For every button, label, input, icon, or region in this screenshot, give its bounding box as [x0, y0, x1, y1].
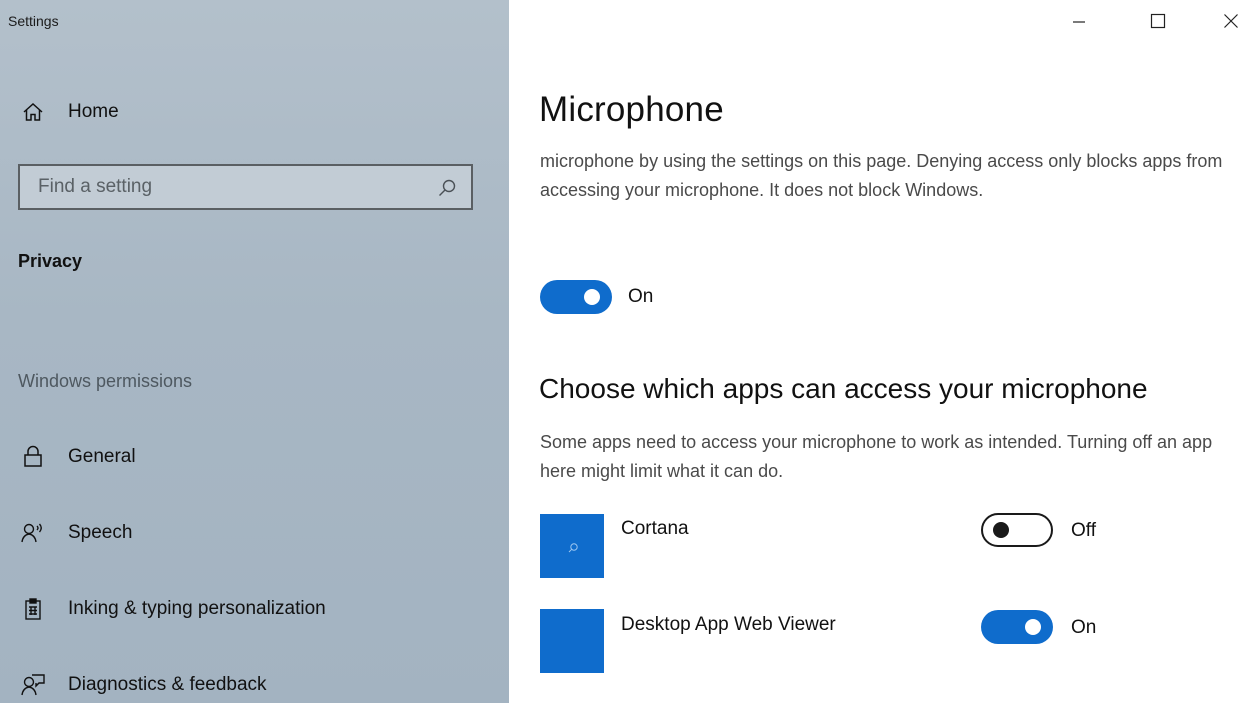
sidebar-item-label: Home — [68, 101, 119, 122]
search-box[interactable] — [18, 164, 473, 210]
sidebar-item-speech[interactable]: Speech — [0, 513, 509, 553]
section-heading: Choose which apps can access your microp… — [539, 373, 1148, 404]
group-header: Windows permissions — [18, 371, 193, 391]
sidebar-item-diagnostics[interactable]: Diagnostics & feedback — [0, 665, 509, 703]
desktop-app-web-viewer-toggle[interactable] — [981, 610, 1053, 644]
toggle-state-label: Off — [1071, 520, 1096, 541]
sidebar-item-inking[interactable]: Inking & typing personalization — [0, 589, 509, 629]
minimize-icon — [1072, 14, 1086, 33]
toggle-state-label: On — [1071, 617, 1097, 638]
microphone-access-toggle[interactable] — [540, 280, 612, 314]
close-button[interactable] — [1208, 0, 1244, 46]
page-description: microphone by using the settings on this… — [540, 151, 1223, 200]
close-icon — [1223, 13, 1239, 34]
section-description: Some apps need to access your microphone… — [540, 432, 1213, 481]
section-title: Privacy — [18, 251, 83, 271]
toggle-knob — [584, 289, 600, 305]
toggle-state-label: On — [628, 286, 654, 307]
search-input[interactable] — [20, 166, 471, 208]
app-title: Settings — [8, 13, 59, 29]
minimize-button[interactable] — [1056, 0, 1102, 46]
speech-icon — [20, 520, 46, 546]
lock-icon — [20, 444, 46, 470]
cortana-toggle[interactable] — [981, 513, 1053, 547]
sidebar-item-home[interactable]: Home — [0, 92, 509, 132]
sidebar-item-general[interactable]: General — [0, 437, 509, 477]
page-title: Microphone — [539, 90, 724, 129]
desktop-app-web-viewer-icon — [540, 609, 604, 673]
sidebar-item-label: Speech — [68, 522, 133, 543]
toggle-knob — [993, 522, 1009, 538]
sidebar-item-label: Inking & typing personalization — [68, 598, 326, 619]
feedback-icon — [20, 672, 46, 698]
sidebar-item-label: Diagnostics & feedback — [68, 674, 267, 695]
clipboard-icon — [20, 596, 46, 622]
maximize-button[interactable] — [1135, 0, 1181, 46]
app-name: Cortana — [621, 518, 689, 539]
cortana-app-icon — [540, 514, 604, 578]
sidebar-item-label: General — [68, 446, 136, 467]
sidebar: Settings Home Privacy Windows permission… — [0, 0, 509, 703]
search-icon[interactable] — [437, 178, 457, 198]
maximize-icon — [1150, 13, 1166, 34]
search-icon — [568, 543, 578, 553]
app-name: Desktop App Web Viewer — [621, 614, 836, 635]
toggle-knob — [1025, 619, 1041, 635]
home-icon — [20, 99, 46, 125]
